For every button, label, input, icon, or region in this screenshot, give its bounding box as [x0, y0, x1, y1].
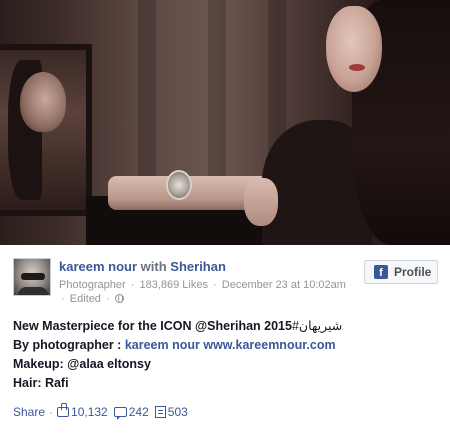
globe-icon[interactable]: [114, 294, 124, 303]
caption-text: New Masterpiece for the ICON @Sherihan 2…: [13, 319, 292, 333]
edited-label[interactable]: Edited: [70, 293, 101, 305]
shares-count[interactable]: 503: [154, 405, 188, 419]
post-header: kareem nour with Sherihan Photographer ·…: [13, 258, 438, 306]
photo-hand: [244, 178, 278, 226]
photo-mirror: [0, 44, 92, 216]
likes-count-value: 10,132: [71, 405, 108, 419]
caption-line: New Masterpiece for the ICON @Sherihan 2…: [13, 317, 438, 336]
photo-mirror-face: [20, 72, 66, 132]
caption-line: Makeup: @alaa eltonsy: [13, 357, 151, 371]
photo-watch: [166, 170, 192, 200]
comments-count-value: 242: [128, 405, 149, 419]
with-label: with: [140, 259, 167, 274]
tagged-user-link[interactable]: Sherihan: [170, 259, 226, 274]
shares-count-value: 503: [167, 405, 188, 419]
facebook-icon: f: [374, 265, 388, 279]
meta-separator: ·: [106, 293, 110, 305]
post-timestamp[interactable]: December 23 at 10:02am: [222, 279, 346, 291]
profile-button-label: Profile: [394, 265, 432, 279]
share-link[interactable]: Share: [13, 405, 45, 419]
share-icon: [154, 406, 166, 418]
caption-text: By photographer :: [13, 338, 122, 352]
comment-icon: [113, 407, 127, 420]
likes-count[interactable]: 10,132: [57, 403, 108, 419]
avatar-sunglasses: [21, 273, 45, 280]
website-link[interactable]: www.kareemnour.com: [203, 338, 335, 352]
comments-count[interactable]: 242: [113, 405, 149, 420]
avatar[interactable]: [13, 258, 51, 296]
meta-separator: ·: [213, 279, 217, 291]
caption-hashtag[interactable]: #شيريهان: [292, 319, 342, 333]
avatar-shirt: [18, 287, 48, 295]
profile-button[interactable]: f Profile: [364, 260, 438, 284]
photo-lips: [349, 64, 365, 71]
post-meta: Photographer · 183,869 Likes · December …: [59, 278, 349, 306]
photographer-link[interactable]: kareem nour: [125, 338, 200, 352]
meta-separator: ·: [61, 293, 65, 305]
author-role: Photographer: [59, 279, 126, 291]
post-photo[interactable]: [0, 0, 450, 245]
meta-separator: ·: [130, 279, 135, 291]
post-caption: New Masterpiece for the ICON @Sherihan 2…: [13, 317, 438, 393]
thumbs-up-icon: [57, 403, 70, 417]
photo-face: [326, 6, 382, 92]
post-actions: Share · 10,132 242 503: [13, 403, 194, 421]
post-title-line: kareem nour with Sherihan: [59, 259, 226, 274]
page-likes[interactable]: 183,869 Likes: [139, 279, 208, 291]
author-link[interactable]: kareem nour: [59, 259, 137, 274]
caption-line: Hair: Rafi: [13, 376, 69, 390]
action-separator: ·: [49, 405, 54, 419]
caption-line: By photographer : kareem nour www.kareem…: [13, 336, 438, 355]
